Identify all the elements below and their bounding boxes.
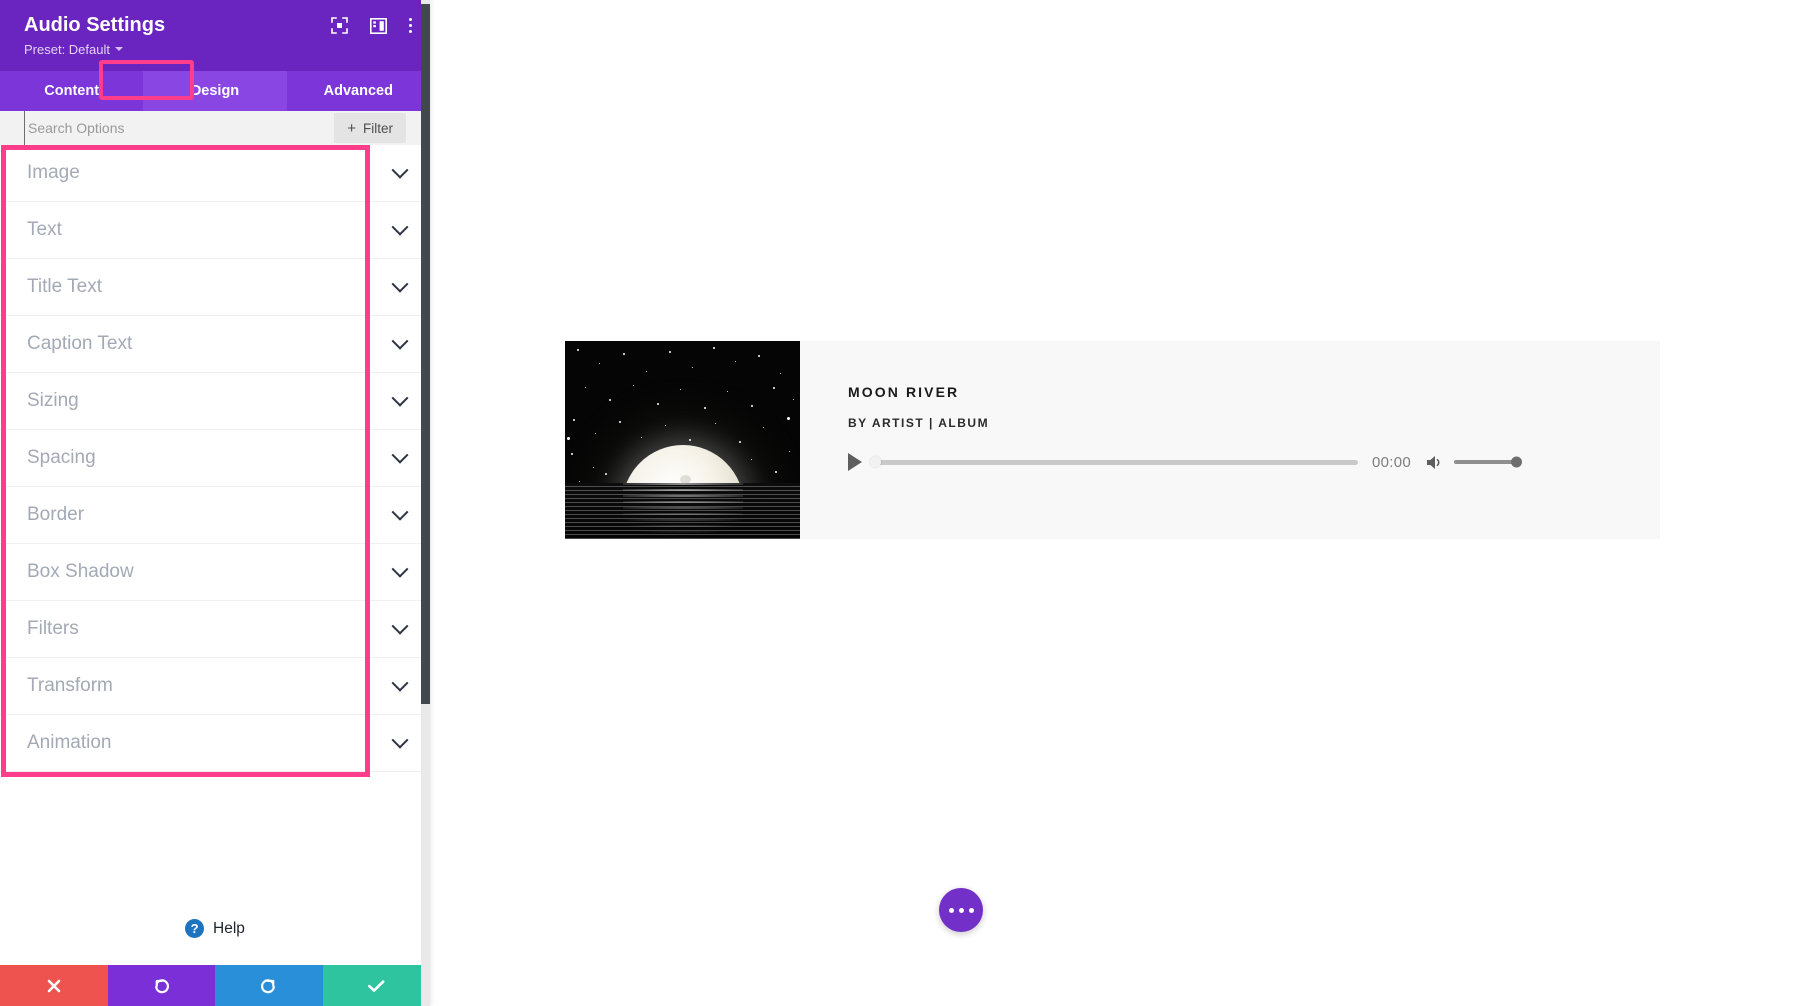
section-label: Transform bbox=[27, 675, 113, 696]
redo-button[interactable] bbox=[215, 965, 323, 1006]
audio-controls: 00:00 bbox=[848, 453, 1522, 471]
tab-advanced-label: Advanced bbox=[323, 83, 393, 99]
settings-sections-area: Image Text Title Text Caption Text Sizin… bbox=[0, 145, 430, 892]
tab-design[interactable]: Design bbox=[143, 71, 287, 111]
filter-button-label: Filter bbox=[363, 120, 393, 136]
tab-content-label: Content bbox=[44, 83, 100, 99]
search-bar: + Filter bbox=[0, 111, 430, 145]
section-filters[interactable]: Filters bbox=[0, 601, 430, 658]
undo-icon bbox=[154, 979, 169, 994]
section-text[interactable]: Text bbox=[0, 202, 430, 259]
section-animation[interactable]: Animation bbox=[0, 715, 430, 772]
play-icon[interactable] bbox=[848, 453, 862, 471]
chevron-down-icon[interactable] bbox=[391, 161, 409, 179]
section-label: Sizing bbox=[27, 390, 79, 411]
preset-selector[interactable]: Preset: Default bbox=[24, 42, 123, 57]
section-label: Animation bbox=[27, 732, 112, 753]
album-cover-art bbox=[565, 341, 800, 539]
section-label: Filters bbox=[27, 618, 79, 639]
module-settings-panel: Audio Settings Preset: Default Content D… bbox=[0, 0, 430, 1006]
progress-handle[interactable] bbox=[870, 456, 881, 468]
settings-sections-list: Image Text Title Text Caption Text Sizin… bbox=[0, 145, 430, 892]
chevron-down-icon[interactable] bbox=[391, 446, 409, 464]
progress-slider[interactable] bbox=[870, 455, 1358, 469]
ellipsis-icon-dot bbox=[968, 907, 974, 913]
section-label: Image bbox=[27, 162, 80, 183]
redo-icon bbox=[261, 979, 276, 994]
water-reflection bbox=[565, 483, 800, 539]
checkmark-icon bbox=[367, 979, 385, 992]
preset-label: Preset: Default bbox=[24, 42, 110, 57]
chevron-down-icon[interactable] bbox=[391, 674, 409, 692]
ellipsis-icon-dot bbox=[958, 907, 964, 913]
progress-track bbox=[872, 459, 1358, 465]
time-display: 00:00 bbox=[1371, 453, 1411, 471]
chevron-down-icon[interactable] bbox=[391, 389, 409, 407]
chevron-down-icon bbox=[115, 47, 123, 51]
sidebar-scrollbar[interactable] bbox=[421, 0, 430, 1006]
help-icon: ? bbox=[185, 919, 205, 938]
page-settings-fab[interactable] bbox=[939, 888, 983, 932]
section-spacing[interactable]: Spacing bbox=[0, 430, 430, 487]
section-label: Caption Text bbox=[27, 333, 133, 354]
track-artist-album: BY ARTIST | ALBUM bbox=[848, 416, 990, 430]
section-caption-text[interactable]: Caption Text bbox=[0, 316, 430, 373]
save-button[interactable] bbox=[322, 965, 430, 1006]
more-vertical-icon[interactable] bbox=[409, 18, 412, 33]
header-icon-group bbox=[331, 17, 412, 34]
section-label: Text bbox=[27, 219, 62, 240]
chevron-down-icon[interactable] bbox=[391, 218, 409, 236]
filter-button[interactable]: + Filter bbox=[334, 113, 406, 143]
settings-panel-header: Audio Settings Preset: Default bbox=[0, 0, 430, 71]
section-label: Box Shadow bbox=[27, 561, 134, 582]
section-label: Border bbox=[27, 504, 85, 525]
cancel-button[interactable] bbox=[0, 965, 108, 1006]
volume-icon[interactable] bbox=[1427, 455, 1444, 470]
undo-button[interactable] bbox=[107, 965, 215, 1006]
section-transform[interactable]: Transform bbox=[0, 658, 430, 715]
panel-layout-icon[interactable] bbox=[370, 17, 387, 34]
audio-player-module[interactable]: MOON RIVER BY ARTIST | ALBUM 00:00 bbox=[565, 341, 1660, 539]
help-label: Help bbox=[213, 919, 245, 937]
section-sizing[interactable]: Sizing bbox=[0, 373, 430, 430]
ellipsis-icon-dot bbox=[948, 907, 954, 913]
volume-slider[interactable] bbox=[1454, 455, 1522, 469]
tab-content[interactable]: Content bbox=[0, 71, 143, 111]
section-border[interactable]: Border bbox=[0, 487, 430, 544]
preview-canvas: MOON RIVER BY ARTIST | ALBUM 00:00 bbox=[430, 0, 1800, 1006]
settings-tabs: Content Design Advanced bbox=[0, 60, 430, 111]
scrollbar-thumb[interactable] bbox=[421, 4, 430, 704]
search-input[interactable] bbox=[24, 111, 335, 145]
section-label: Spacing bbox=[27, 447, 96, 468]
focus-target-icon[interactable] bbox=[331, 17, 348, 34]
chevron-down-icon[interactable] bbox=[391, 731, 409, 749]
chevron-down-icon[interactable] bbox=[391, 275, 409, 293]
plus-icon: + bbox=[347, 119, 356, 137]
player-info: MOON RIVER BY ARTIST | ALBUM 00:00 bbox=[800, 341, 1660, 539]
section-box-shadow[interactable]: Box Shadow bbox=[0, 544, 430, 601]
panel-footer-actions bbox=[0, 965, 430, 1006]
section-image[interactable]: Image bbox=[0, 145, 430, 202]
chevron-down-icon[interactable] bbox=[391, 560, 409, 578]
chevron-down-icon[interactable] bbox=[391, 617, 409, 635]
chevron-down-icon[interactable] bbox=[391, 332, 409, 350]
tab-advanced[interactable]: Advanced bbox=[287, 71, 430, 111]
section-title-text[interactable]: Title Text bbox=[0, 259, 430, 316]
builder-screen: MOON RIVER BY ARTIST | ALBUM 00:00 Audio… bbox=[0, 0, 1800, 1006]
chevron-down-icon[interactable] bbox=[391, 503, 409, 521]
volume-handle[interactable] bbox=[1511, 456, 1522, 468]
section-label: Title Text bbox=[27, 276, 102, 297]
track-title: MOON RIVER bbox=[848, 384, 960, 400]
close-icon bbox=[47, 979, 61, 992]
tab-design-label: Design bbox=[190, 83, 240, 99]
help-button[interactable]: ? Help bbox=[0, 892, 430, 965]
